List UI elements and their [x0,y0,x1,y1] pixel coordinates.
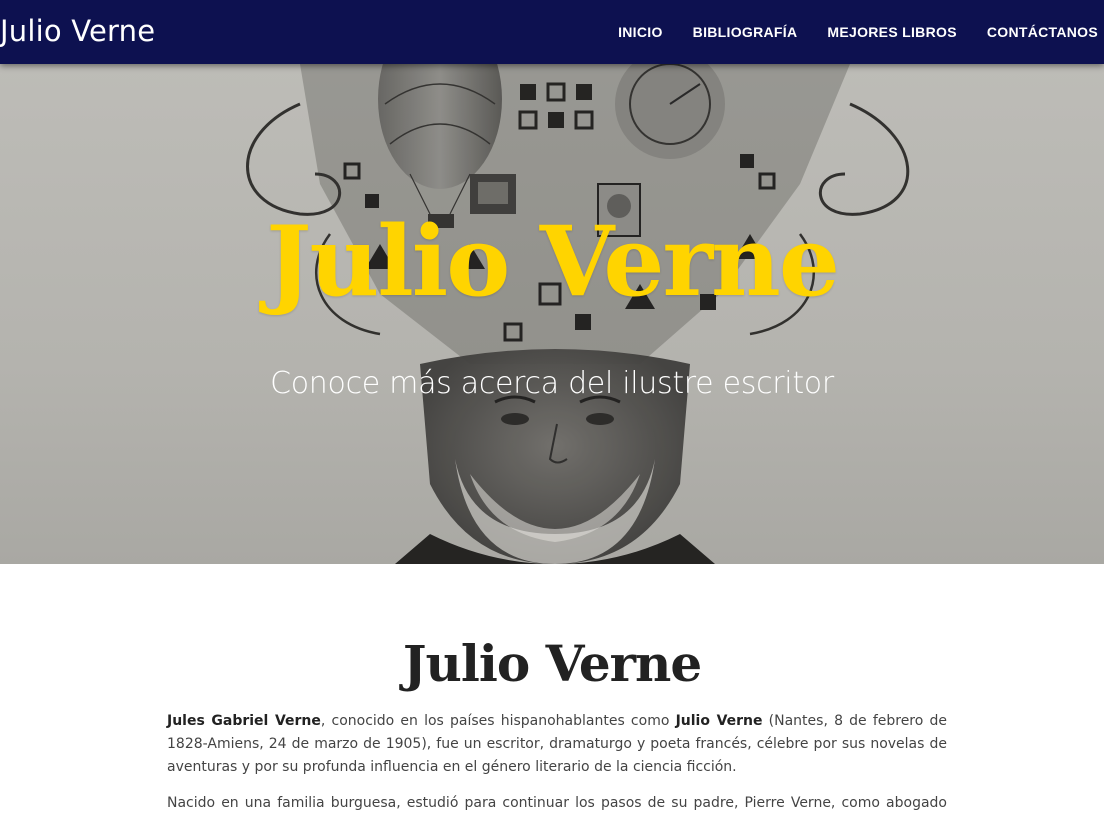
main-nav: INICIO BIBLIOGRAFÍA MEJORES LIBROS CONTÁ… [588,0,1098,64]
name-bold: Jules Gabriel Verne [167,713,321,729]
nav-link-mejores-libros[interactable]: MEJORES LIBROS [827,24,956,40]
biography-section: Julio Verne Jules Gabriel Verne, conocid… [0,564,1104,822]
navbar: Julio Verne INICIO BIBLIOGRAFÍA MEJORES … [0,0,1104,64]
hero-banner: Julio Verne Conoce más acerca del ilustr… [0,64,1104,564]
hero-subtitle: Conoce más acerca del ilustre escritor [270,366,834,401]
biography-paragraph-2: Nacido en una familia burguesa, estudió … [167,795,947,822]
alias-bold: Julio Verne [675,713,763,729]
brand-logo-link[interactable]: Julio Verne [0,14,155,48]
nav-link-contactanos[interactable]: CONTÁCTANOS [987,24,1098,40]
nav-link-inicio[interactable]: INICIO [618,24,663,40]
section-title: Julio Verne [402,634,702,693]
paragraph-text: , conocido en los países hispanohablante… [320,713,676,729]
hero-title: Julio Verne [266,205,840,318]
biography-paragraph-1: Jules Gabriel Verne, conocido en los paí… [167,710,947,779]
nav-link-bibliografia[interactable]: BIBLIOGRAFÍA [693,24,798,40]
